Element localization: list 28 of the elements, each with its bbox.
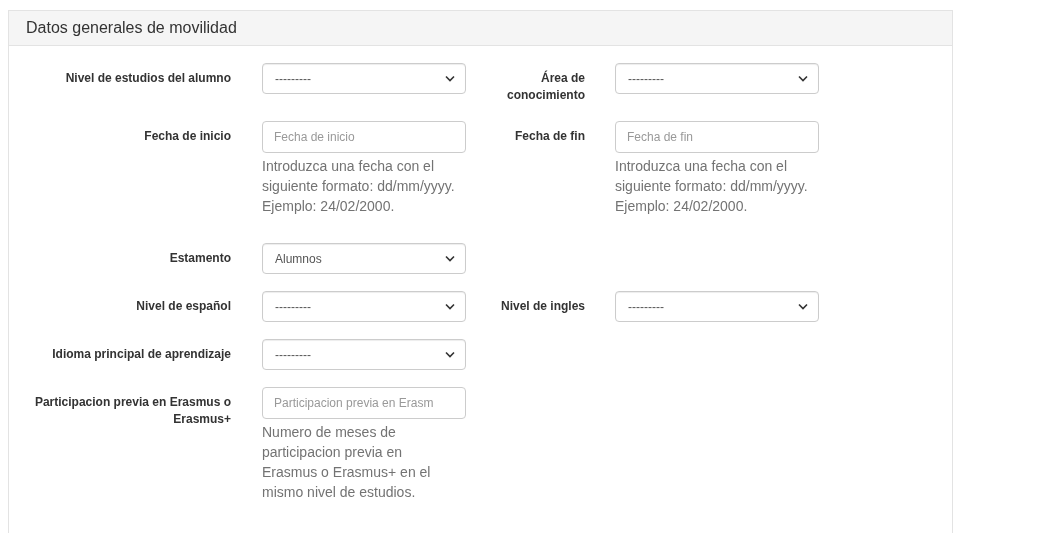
chevron-down-icon <box>798 303 808 310</box>
help-text: Introduzca una fecha con el siguiente formato: dd/mm/yyyy. Ejemplo: 24/02/2000. <box>615 157 809 216</box>
dropdown[interactable]: --------- <box>615 63 819 94</box>
field-label: Fecha de inicio <box>143 128 231 145</box>
input-field[interactable]: Fecha de fin <box>615 121 819 153</box>
chevron-down-icon <box>445 351 455 358</box>
dropdown[interactable]: --------- <box>262 63 466 94</box>
chevron-down-icon <box>445 303 455 310</box>
help-text: Numero de meses de participacion previa en Erasmus o Erasmus+ en el mismo nivel de estudios. <box>262 423 432 502</box>
dropdown[interactable]: --------- <box>262 291 466 322</box>
panel-title: Datos generales de movilidad <box>26 18 237 38</box>
dropdown[interactable]: --------- <box>262 339 466 370</box>
field-label: Área de conocimiento <box>506 69 585 104</box>
dropdown[interactable]: --------- <box>615 291 819 322</box>
chevron-down-icon <box>445 255 455 262</box>
field-label: Nivel de ingles <box>499 298 585 315</box>
input-field[interactable]: Fecha de inicio <box>262 121 466 153</box>
field-label: Participacion previa en Erasmus o Erasmus+ <box>33 394 231 428</box>
dropdown[interactable]: Alumnos <box>262 243 466 274</box>
chevron-down-icon <box>445 75 455 82</box>
field-label: Estamento <box>168 250 231 267</box>
field-label: Nivel de español <box>135 298 231 315</box>
field-label: Nivel de estudios del alumno <box>64 70 231 87</box>
chevron-down-icon <box>798 75 808 82</box>
input-field[interactable]: Participacion previa en Erasm <box>262 387 466 419</box>
help-text: Introduzca una fecha con el siguiente formato: dd/mm/yyyy. Ejemplo: 24/02/2000. <box>262 157 456 216</box>
field-label: Idioma principal de aprendizaje <box>51 346 231 363</box>
field-label: Fecha de fin <box>514 128 585 145</box>
